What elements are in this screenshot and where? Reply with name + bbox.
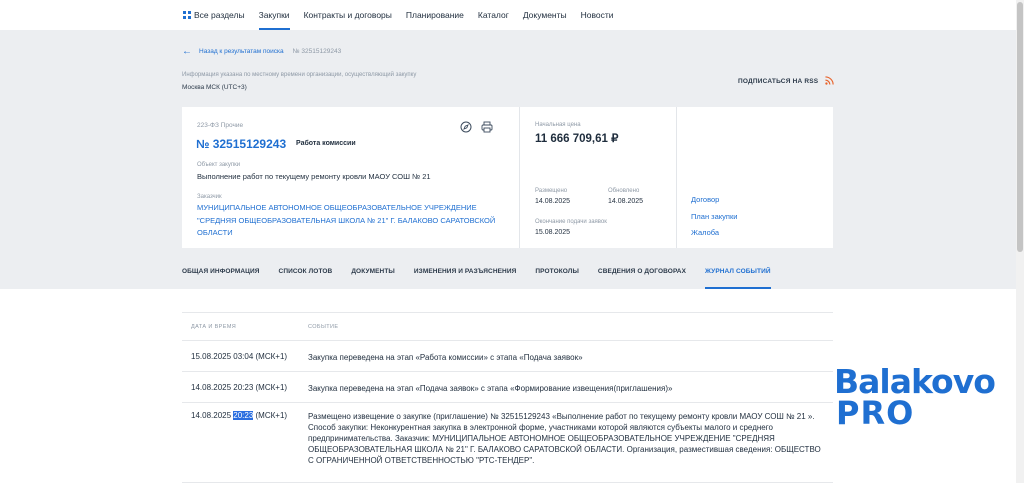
law-type: 223-ФЗ Прочие [197, 122, 244, 129]
column-header-event: СОБЫТИЕ [308, 324, 339, 330]
breadcrumb: ← Назад к результатам поиска № 325151292… [182, 46, 341, 57]
deadline-label: Окончание подачи заявок [535, 219, 607, 225]
table-row: 14.08.2025 20:23 (МСК+1) Размещено извещ… [182, 403, 833, 483]
table-row: 14.08.2025 20:23 (МСК+1) Закупка перевед… [182, 372, 833, 403]
tab-general-info[interactable]: ОБЩАЯ ИНФОРМАЦИЯ [182, 268, 260, 289]
tab-bar: ОБЩАЯ ИНФОРМАЦИЯ СПИСОК ЛОТОВ ДОКУМЕНТЫ … [182, 268, 790, 289]
related-links: Договор План закупки Жалоба [691, 195, 737, 245]
nav-catalog[interactable]: Каталог [478, 0, 509, 30]
compass-icon[interactable] [460, 121, 472, 133]
table-row: 15.08.2025 03:04 (МСК+1) Закупка перевед… [182, 341, 833, 372]
print-icon[interactable] [481, 121, 493, 133]
customer-link[interactable]: МУНИЦИПАЛЬНОЕ АВТОНОМНОЕ ОБЩЕОБРАЗОВАТЕЛ… [197, 202, 507, 240]
table-header: ДАТА И ВРЕМЯ СОБЫТИЕ [182, 313, 833, 341]
rss-icon[interactable] [825, 76, 834, 85]
event-date: 14.08.2025 20:23 (МСК+1) [191, 383, 288, 392]
updated-label: Обновлено [608, 188, 640, 194]
back-to-results-link[interactable]: Назад к результатам поиска [199, 48, 284, 55]
complaint-link[interactable]: Жалоба [691, 228, 737, 245]
event-date: 15.08.2025 03:04 (МСК+1) [191, 352, 288, 361]
object-label: Объект закупки [197, 162, 241, 168]
tab-lots[interactable]: СПИСОК ЛОТОВ [279, 268, 333, 289]
nav-purchases[interactable]: Закупки [258, 0, 290, 30]
object-text: Выполнение работ по текущему ремонту кро… [197, 172, 431, 181]
nav-news[interactable]: Новости [581, 0, 614, 30]
posted-label: Размещено [535, 188, 568, 194]
scrollbar-thumb[interactable] [1017, 2, 1023, 252]
nav-all-sections[interactable]: Все разделы [183, 0, 245, 30]
price-label: Начальная цена [535, 122, 581, 128]
card-divider [676, 107, 677, 248]
rss-subscribe-link[interactable]: ПОДПИСАТЬСЯ НА RSS [738, 78, 818, 85]
event-date: 14.08.2025 20:23 (МСК+1) [191, 411, 288, 420]
tab-contracts-info[interactable]: СВЕДЕНИЯ О ДОГОВОРАХ [598, 268, 686, 289]
grid-icon [183, 11, 191, 19]
event-journal-table: ДАТА И ВРЕМЯ СОБЫТИЕ 15.08.2025 03:04 (М… [182, 312, 833, 483]
top-navigation: Все разделы Закупки Контракты и договоры… [0, 0, 1024, 30]
timezone-value: Москва МСК (UTC+3) [182, 84, 247, 91]
event-text: Закупка переведена на этап «Подача заяво… [308, 384, 673, 393]
event-text: Размещено извещение о закупке (приглашен… [308, 412, 821, 465]
column-header-date: ДАТА И ВРЕМЯ [191, 324, 237, 330]
event-text: Закупка переведена на этап «Работа комис… [308, 353, 583, 362]
card-divider [519, 107, 520, 248]
watermark-line2: PRO [836, 394, 915, 432]
tab-event-journal[interactable]: ЖУРНАЛ СОБЫТИЙ [705, 268, 771, 289]
timezone-info: Информация указана по местному времени о… [182, 72, 417, 78]
tab-changes[interactable]: ИЗМЕНЕНИЯ И РАЗЪЯСНЕНИЯ [414, 268, 517, 289]
balakovo-pro-watermark: Balakovo PRO [834, 364, 996, 434]
nav-contracts[interactable]: Контракты и договоры [304, 0, 392, 30]
contract-link[interactable]: Договор [691, 195, 737, 212]
main-nav: Все разделы Закупки Контракты и договоры… [183, 0, 628, 30]
initial-price: 11 666 709,61 ₽ [535, 133, 619, 145]
tab-documents[interactable]: ДОКУМЕНТЫ [351, 268, 395, 289]
breadcrumb-current: № 32515129243 [292, 48, 342, 55]
purchase-plan-link[interactable]: План закупки [691, 212, 737, 229]
nav-planning[interactable]: Планирование [406, 0, 464, 30]
purchase-stage: Работа комиссии [296, 140, 356, 147]
customer-label: Заказчик [197, 194, 222, 200]
tab-protocols[interactable]: ПРОТОКОЛЫ [535, 268, 579, 289]
selected-text: 20:23 [233, 411, 254, 420]
deadline-date: 15.08.2025 [535, 229, 571, 236]
updated-date: 14.08.2025 [608, 198, 644, 205]
purchase-card: 223-ФЗ Прочие № 32515129243 Работа комис… [182, 107, 833, 248]
arrow-left-icon[interactable]: ← [182, 46, 192, 57]
posted-date: 14.08.2025 [535, 198, 571, 205]
nav-documents[interactable]: Документы [523, 0, 567, 30]
purchase-number[interactable]: № 32515129243 [196, 137, 286, 151]
